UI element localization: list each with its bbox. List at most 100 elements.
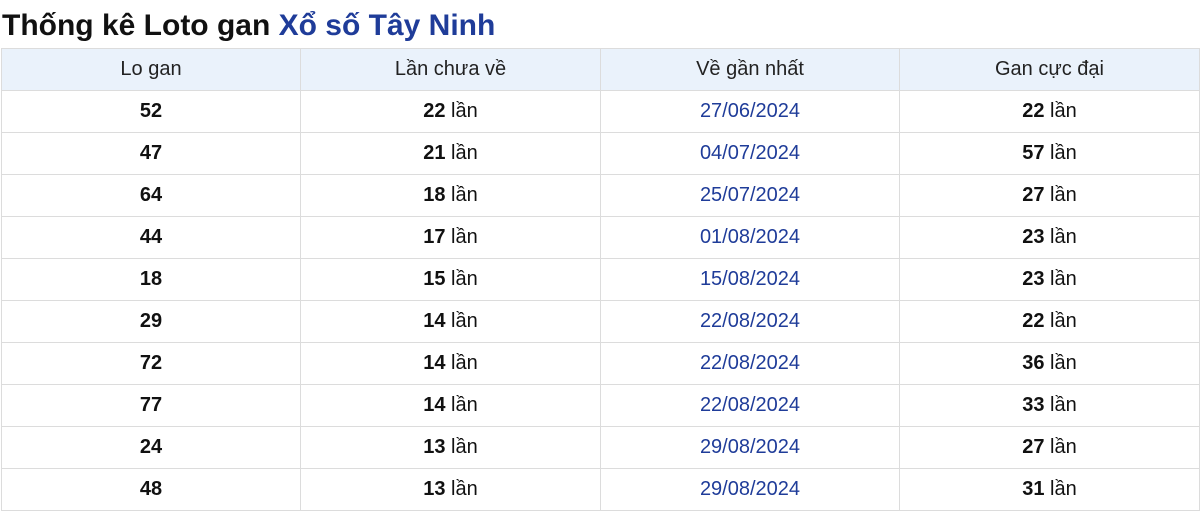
last-seen-date: 15/08/2024 (600, 258, 900, 301)
max-gap-cell: 31 lần (899, 468, 1200, 511)
unit-label: lần (1050, 478, 1077, 500)
unit-label: lần (451, 184, 478, 206)
missed-count: 13 (423, 478, 446, 500)
max-gap-count: 22 (1022, 100, 1045, 122)
unit-label: lần (1050, 142, 1077, 164)
missed-count: 17 (423, 226, 446, 248)
max-gap-cell: 27 lần (899, 426, 1200, 469)
unit-label: lần (451, 226, 478, 248)
max-gap-cell: 22 lần (899, 90, 1200, 133)
page-title: Thống kê Loto gan Xổ số Tây Ninh (0, 0, 1200, 48)
last-seen-date: 01/08/2024 (600, 216, 900, 259)
header-gan-cuc-dai: Gan cực đại (899, 48, 1200, 91)
unit-label: lần (451, 436, 478, 458)
last-seen-date: 29/08/2024 (600, 468, 900, 511)
unit-label: lần (451, 310, 478, 332)
unit-label: lần (1050, 352, 1077, 374)
lo-gan-number: 44 (1, 216, 301, 259)
max-gap-cell: 23 lần (899, 216, 1200, 259)
max-gap-cell: 36 lần (899, 342, 1200, 385)
missed-count-cell: 21 lần (300, 132, 601, 175)
max-gap-cell: 33 lần (899, 384, 1200, 427)
max-gap-count: 36 (1022, 352, 1045, 374)
missed-count-cell: 14 lần (300, 300, 601, 343)
max-gap-count: 23 (1022, 226, 1045, 248)
max-gap-count: 57 (1022, 142, 1045, 164)
lo-gan-number: 72 (1, 342, 301, 385)
table-row: 24 13 lần 29/08/2024 27 lần (1, 426, 1200, 469)
max-gap-cell: 23 lần (899, 258, 1200, 301)
missed-count-cell: 14 lần (300, 384, 601, 427)
max-gap-count: 31 (1022, 478, 1045, 500)
unit-label: lần (451, 100, 478, 122)
header-lan-chua-ve: Lần chưa về (300, 48, 601, 91)
unit-label: lần (1050, 100, 1077, 122)
last-seen-date: 22/08/2024 (600, 384, 900, 427)
table-row: 29 14 lần 22/08/2024 22 lần (1, 300, 1200, 343)
lo-gan-number: 48 (1, 468, 301, 511)
table-row: 72 14 lần 22/08/2024 36 lần (1, 342, 1200, 385)
missed-count-cell: 13 lần (300, 468, 601, 511)
table-row: 48 13 lần 29/08/2024 31 lần (1, 468, 1200, 511)
missed-count-cell: 18 lần (300, 174, 601, 217)
max-gap-count: 23 (1022, 268, 1045, 290)
lo-gan-number: 77 (1, 384, 301, 427)
unit-label: lần (451, 268, 478, 290)
header-lo-gan: Lo gan (1, 48, 301, 91)
max-gap-count: 22 (1022, 310, 1045, 332)
table-row: 77 14 lần 22/08/2024 33 lần (1, 384, 1200, 427)
missed-count-cell: 22 lần (300, 90, 601, 133)
missed-count: 14 (423, 352, 446, 374)
table-row: 47 21 lần 04/07/2024 57 lần (1, 132, 1200, 175)
max-gap-cell: 57 lần (899, 132, 1200, 175)
max-gap-count: 33 (1022, 394, 1045, 416)
last-seen-date: 22/08/2024 (600, 342, 900, 385)
table-row: 64 18 lần 25/07/2024 27 lần (1, 174, 1200, 217)
unit-label: lần (1050, 268, 1077, 290)
unit-label: lần (451, 142, 478, 164)
last-seen-date: 27/06/2024 (600, 90, 900, 133)
missed-count: 14 (423, 394, 446, 416)
unit-label: lần (1050, 394, 1077, 416)
lo-gan-number: 18 (1, 258, 301, 301)
missed-count: 22 (423, 100, 446, 122)
missed-count: 21 (423, 142, 446, 164)
last-seen-date: 25/07/2024 (600, 174, 900, 217)
unit-label: lần (451, 394, 478, 416)
last-seen-date: 22/08/2024 (600, 300, 900, 343)
header-ve-gan-nhat: Về gần nhất (600, 48, 900, 91)
missed-count-cell: 17 lần (300, 216, 601, 259)
table-row: 44 17 lần 01/08/2024 23 lần (1, 216, 1200, 259)
page-title-prefix: Thống kê Loto gan (2, 9, 279, 42)
table-body: 52 22 lần 27/06/2024 22 lần 47 21 lần 04/07/20… (1, 90, 1200, 511)
lo-gan-number: 64 (1, 174, 301, 217)
missed-count: 14 (423, 310, 446, 332)
loto-gan-table: Lo gan Lần chưa về Về gần nhất Gan cực đ… (1, 48, 1200, 511)
unit-label: lần (451, 478, 478, 500)
unit-label: lần (1050, 310, 1077, 332)
missed-count: 18 (423, 184, 446, 206)
table-header-row: Lo gan Lần chưa về Về gần nhất Gan cực đ… (1, 48, 1200, 91)
missed-count-cell: 15 lần (300, 258, 601, 301)
last-seen-date: 04/07/2024 (600, 132, 900, 175)
lo-gan-number: 47 (1, 132, 301, 175)
table-row: 52 22 lần 27/06/2024 22 lần (1, 90, 1200, 133)
table-header: Lo gan Lần chưa về Về gần nhất Gan cực đ… (1, 48, 1200, 91)
missed-count-cell: 13 lần (300, 426, 601, 469)
missed-count-cell: 14 lần (300, 342, 601, 385)
max-gap-count: 27 (1022, 184, 1045, 206)
unit-label: lần (1050, 226, 1077, 248)
last-seen-date: 29/08/2024 (600, 426, 900, 469)
lo-gan-number: 52 (1, 90, 301, 133)
unit-label: lần (451, 352, 478, 374)
lo-gan-number: 29 (1, 300, 301, 343)
table-row: 18 15 lần 15/08/2024 23 lần (1, 258, 1200, 301)
lo-gan-number: 24 (1, 426, 301, 469)
max-gap-cell: 22 lần (899, 300, 1200, 343)
page-title-province[interactable]: Xổ số Tây Ninh (279, 9, 496, 42)
max-gap-cell: 27 lần (899, 174, 1200, 217)
missed-count: 13 (423, 436, 446, 458)
unit-label: lần (1050, 184, 1077, 206)
max-gap-count: 27 (1022, 436, 1045, 458)
unit-label: lần (1050, 436, 1077, 458)
